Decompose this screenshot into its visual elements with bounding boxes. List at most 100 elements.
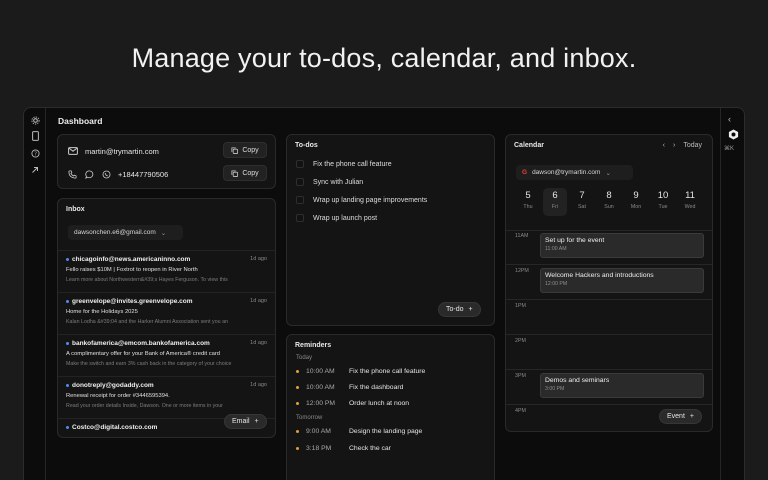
todo-item[interactable]: Sync with Julian <box>296 176 363 188</box>
reminder-dot <box>296 385 299 389</box>
unread-dot <box>66 384 69 387</box>
reminder-dot <box>296 369 299 373</box>
reminder-time: 3:18 PM <box>306 444 332 452</box>
event-time: 11:00 AM <box>545 246 567 252</box>
mail-item[interactable]: greenvelope@invites.greenvelope.com 1d ag… <box>58 292 275 334</box>
contact-phone: +18447790506 <box>118 169 169 179</box>
calendar-event[interactable]: Set up for the event 11:00 AM <box>540 233 704 258</box>
mail-date: 1d ago <box>250 298 267 304</box>
todo-checkbox[interactable] <box>296 214 304 222</box>
todo-text: Sync with Julian <box>313 178 364 186</box>
unread-dot <box>66 258 69 261</box>
calendar-event[interactable]: Demos and seminars 3:00 PM <box>540 373 704 398</box>
chevron-down-icon: ⌄ <box>605 169 611 177</box>
day-weekday: Sun <box>604 204 614 210</box>
calendar-account-select[interactable]: G dawson@trymartin.com ⌄ <box>516 165 633 180</box>
mail-from: chicagoinfo@news.americaninno.com <box>72 256 191 263</box>
mail-from: bankofamerica@emcom.bankofamerica.com <box>72 340 210 347</box>
chevron-left-icon[interactable]: ‹ <box>728 114 731 124</box>
add-todo-button[interactable]: To-do + <box>438 302 481 317</box>
phone-actions <box>68 169 111 179</box>
inbox-account-select[interactable]: dawsonchen.e6@gmail.com ⌄ <box>68 225 183 240</box>
shortcut-hint: ⌘K <box>724 146 735 152</box>
contact-email: martin@trymartin.com <box>85 146 159 156</box>
chevron-down-icon: ⌄ <box>160 229 167 237</box>
todo-item[interactable]: Fix the phone call feature <box>296 158 392 170</box>
hour-label: 2PM <box>515 338 526 344</box>
todo-checkbox[interactable] <box>296 160 304 168</box>
mail-snippet: Read your order details Inside, Dawson. … <box>66 403 223 409</box>
plus-icon: + <box>689 413 694 420</box>
chevron-left-icon[interactable]: ‹ <box>663 142 665 149</box>
reminder-item[interactable]: 10:00 AM Fix the dashboard <box>296 381 486 393</box>
calendar-day-selected[interactable]: 6 Fri <box>543 188 567 216</box>
hero-headline: Manage your to-dos, calendar, and inbox. <box>131 43 637 73</box>
reminder-text: Fix the phone call feature <box>349 367 426 375</box>
settings-icon[interactable] <box>28 113 42 127</box>
reminders-card: Reminders Today 10:00 AM Fix the phone ca… <box>286 334 495 480</box>
todo-checkbox[interactable] <box>296 178 304 186</box>
external-link-icon[interactable] <box>28 163 42 177</box>
event-title: Welcome Hackers and introductions <box>545 272 654 279</box>
calendar-event[interactable]: Welcome Hackers and introductions 12:00 … <box>540 268 704 293</box>
plus-icon: + <box>468 306 473 313</box>
day-number: 5 <box>525 190 531 201</box>
mail-date: 1d ago <box>250 382 267 388</box>
compose-email-button[interactable]: Email + <box>224 414 267 429</box>
reminder-text: Check the car <box>349 444 391 452</box>
calendar-day[interactable]: 9 Mon <box>624 190 648 210</box>
hour-line <box>506 230 712 231</box>
reminder-group-label: Tomorrow <box>296 415 323 421</box>
whatsapp-icon[interactable] <box>102 170 111 179</box>
calendar-day[interactable]: 11 Wed <box>678 190 702 210</box>
today-button[interactable]: Today <box>683 142 702 149</box>
copy-icon <box>231 146 239 154</box>
todo-text: Wrap up landing page improvements <box>313 196 428 204</box>
mail-subject: A complimentary offer for your Bank of A… <box>66 351 220 357</box>
mail-snippet: Make the switch and earn 3% cash back in… <box>66 361 232 367</box>
todo-item[interactable]: Wrap up landing page improvements <box>296 194 427 206</box>
help-icon[interactable]: ? <box>28 146 42 160</box>
calendar-day[interactable]: 7 Sat <box>570 190 594 210</box>
calendar-day[interactable]: 8 Sun <box>597 190 621 210</box>
todo-item[interactable]: Wrap up launch post <box>296 212 377 224</box>
phone-device-icon[interactable] <box>28 129 42 143</box>
hour-label: 4PM <box>515 408 526 414</box>
day-number: 6 <box>552 190 558 201</box>
mail-item[interactable]: bankofamerica@emcom.bankofamerica.com 1d … <box>58 334 275 376</box>
copy-label: Copy <box>242 169 259 177</box>
copy-phone-button[interactable]: Copy <box>223 165 267 181</box>
reminder-time: 10:00 AM <box>306 383 335 391</box>
reminder-item[interactable]: 3:18 PM Check the car <box>296 442 486 454</box>
day-weekday: Mon <box>630 204 642 210</box>
inbox-account: dawsonchen.e6@gmail.com <box>74 229 156 236</box>
email-row: martin@trymartin.com Copy <box>68 142 267 160</box>
copy-email-button[interactable]: Copy <box>223 142 267 158</box>
compose-label: Email <box>232 418 250 425</box>
reminder-time: 12:00 PM <box>306 399 336 407</box>
mail-item[interactable]: chicagoinfo@news.americaninno.com 1d ago … <box>58 250 275 292</box>
phone-icon[interactable] <box>68 169 77 179</box>
mail-item[interactable]: donotreply@godaddy.com 1d ago Renewal rec… <box>58 376 275 418</box>
calendar-account: dawson@trymartin.com <box>532 169 601 176</box>
mail-from: Costco@digital.costco.com <box>72 424 158 431</box>
todos-title: To-dos <box>295 142 318 149</box>
reminder-item[interactable]: 10:00 AM Fix the phone call feature <box>296 365 486 377</box>
chevron-right-icon[interactable]: › <box>673 142 675 149</box>
event-title: Demos and seminars <box>545 377 610 384</box>
add-event-button[interactable]: Event + <box>659 409 702 424</box>
todo-checkbox[interactable] <box>296 196 304 204</box>
day-weekday: Thu <box>523 204 533 210</box>
copy-icon <box>231 169 239 177</box>
mail-date: 1d ago <box>250 256 267 262</box>
reminder-item[interactable]: 9:00 AM Design the landing page <box>296 425 486 437</box>
reminder-dot <box>296 446 299 450</box>
hour-line <box>506 334 712 335</box>
calendar-day[interactable]: 10 Tue <box>651 190 675 210</box>
calendar-day[interactable]: 5 Thu <box>516 190 540 210</box>
reminder-item[interactable]: 12:00 PM Order lunch at noon <box>296 397 486 409</box>
message-icon[interactable] <box>85 169 94 179</box>
day-number: 7 <box>579 190 585 201</box>
day-weekday: Wed <box>684 204 696 210</box>
day-weekday: Sat <box>578 204 586 210</box>
